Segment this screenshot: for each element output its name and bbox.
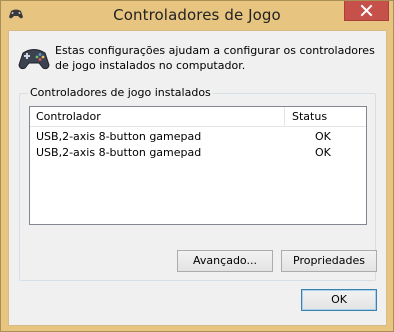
controller-status: OK — [315, 130, 331, 143]
column-header-controller[interactable]: Controlador — [30, 107, 285, 126]
controllers-list[interactable]: Controlador Status USB,2-axis 8-button g… — [29, 106, 367, 225]
close-button[interactable] — [344, 1, 389, 21]
installed-controllers-group: Controladores de jogo instalados Control… — [19, 86, 377, 281]
list-header: Controlador Status — [30, 107, 366, 127]
window-title: Controladores de Jogo — [113, 6, 281, 24]
dialog-client-area: Estas configurações ajudam a configurar … — [8, 30, 387, 326]
list-item[interactable]: USB,2-axis 8-button gamepad OK — [30, 129, 366, 145]
list-item[interactable]: USB,2-axis 8-button gamepad OK — [30, 145, 366, 161]
ok-button[interactable]: OK — [301, 289, 377, 311]
close-icon — [360, 4, 373, 17]
advanced-button[interactable]: Avançado... — [177, 250, 273, 272]
controller-name: USB,2-axis 8-button gamepad — [36, 146, 202, 159]
dialog-window: Controladores de Jogo Estas configuraçõe… — [0, 0, 394, 332]
gamepad-icon — [18, 49, 50, 70]
title-bar[interactable]: Controladores de Jogo — [1, 1, 393, 30]
controller-name: USB,2-axis 8-button gamepad — [36, 130, 202, 143]
controller-status: OK — [315, 146, 331, 159]
column-header-status[interactable]: Status — [286, 107, 366, 126]
properties-button[interactable]: Propriedades — [281, 250, 377, 272]
intro-text: Estas configurações ajudam a configurar … — [55, 44, 375, 72]
group-title: Controladores de jogo instalados — [28, 86, 213, 99]
